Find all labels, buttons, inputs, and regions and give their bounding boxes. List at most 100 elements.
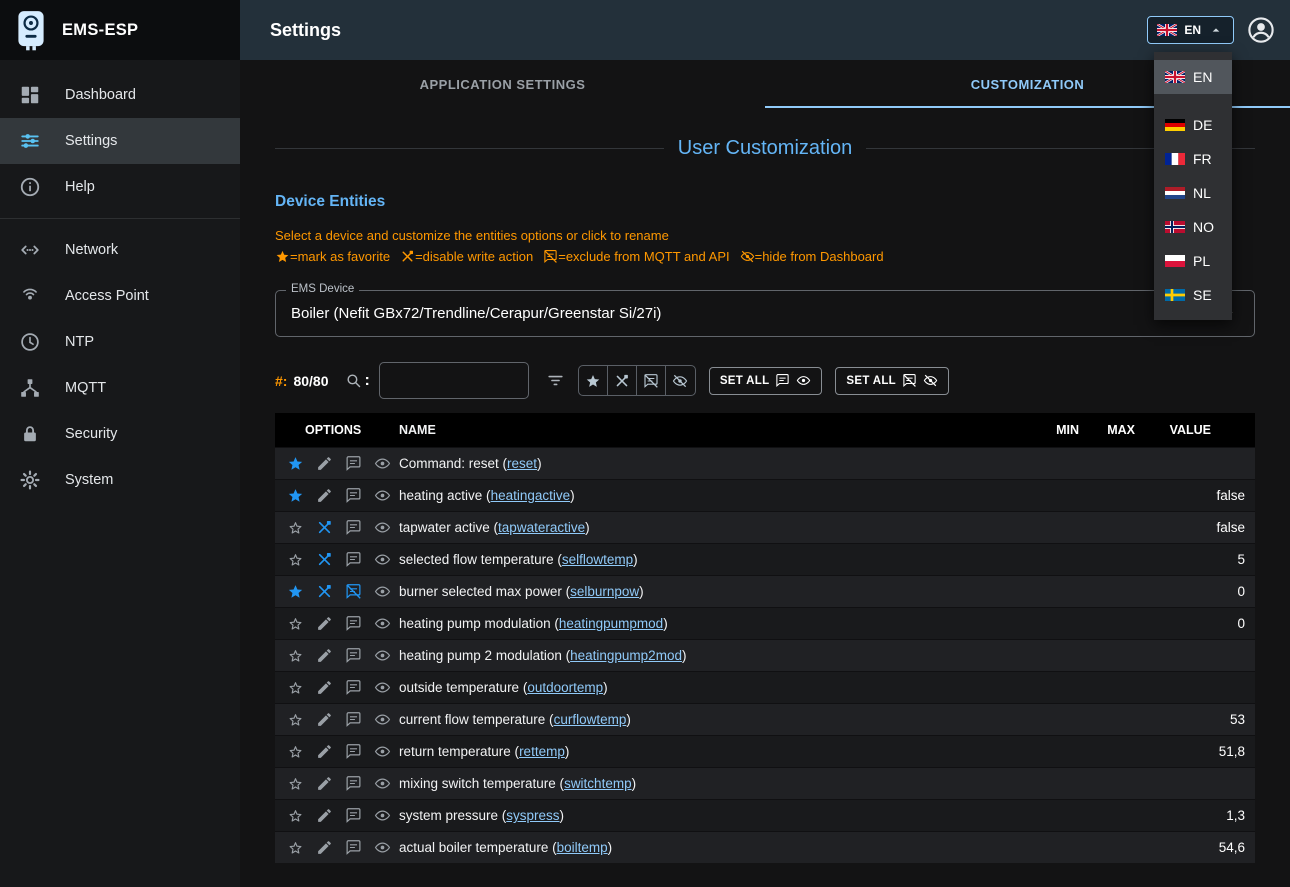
language-selector-button[interactable]: EN [1147, 16, 1234, 44]
entity-tag-link[interactable]: switchtemp [564, 776, 632, 791]
filter-mqtt-toggle[interactable] [637, 366, 666, 395]
language-option-pl[interactable]: PL [1154, 244, 1232, 278]
search-input[interactable] [379, 362, 529, 399]
table-row[interactable]: heating pump modulation (heatingpumpmod)… [275, 607, 1255, 639]
visibility-icon[interactable] [368, 807, 397, 824]
favorite-icon[interactable] [281, 775, 310, 792]
sidebar-item-dashboard[interactable]: Dashboard [0, 72, 240, 118]
table-row[interactable]: current flow temperature (curflowtemp)53 [275, 703, 1255, 735]
mqtt-exclude-icon[interactable] [339, 615, 368, 632]
entity-tag-link[interactable]: heatingpump2mod [570, 648, 682, 663]
visibility-icon[interactable] [368, 455, 397, 472]
favorite-icon[interactable] [281, 839, 310, 856]
filter-visibility-toggle[interactable] [666, 366, 695, 395]
sidebar-item-network[interactable]: Network [0, 227, 240, 273]
favorite-icon[interactable] [281, 807, 310, 824]
language-option-en[interactable]: EN [1154, 60, 1232, 94]
visibility-icon[interactable] [368, 487, 397, 504]
write-action-icon[interactable] [310, 647, 339, 664]
entity-tag-link[interactable]: boiltemp [557, 840, 608, 855]
write-action-icon[interactable] [310, 743, 339, 760]
write-action-icon[interactable] [310, 519, 339, 536]
visibility-icon[interactable] [368, 615, 397, 632]
favorite-icon[interactable] [281, 711, 310, 728]
table-row[interactable]: outside temperature (outdoortemp) [275, 671, 1255, 703]
mqtt-exclude-icon[interactable] [339, 487, 368, 504]
table-row[interactable]: heating active (heatingactive)false [275, 479, 1255, 511]
sidebar-item-security[interactable]: Security [0, 411, 240, 457]
language-option-fr[interactable]: FR [1154, 142, 1232, 176]
mqtt-exclude-icon[interactable] [339, 551, 368, 568]
filter-write-toggle[interactable] [608, 366, 637, 395]
favorite-icon[interactable] [281, 583, 310, 600]
mqtt-exclude-icon[interactable] [339, 839, 368, 856]
sidebar-item-help[interactable]: Help [0, 164, 240, 210]
entity-tag-link[interactable]: tapwateractive [498, 520, 585, 535]
write-action-icon[interactable] [310, 679, 339, 696]
write-action-icon[interactable] [310, 551, 339, 568]
mqtt-exclude-icon[interactable] [339, 455, 368, 472]
filter-favorite-toggle[interactable] [579, 366, 608, 395]
language-option-se[interactable]: SE [1154, 278, 1232, 312]
account-icon[interactable] [1246, 15, 1276, 45]
visibility-icon[interactable] [368, 711, 397, 728]
mqtt-exclude-icon[interactable] [339, 743, 368, 760]
entity-tag-link[interactable]: rettemp [519, 744, 565, 759]
mqtt-exclude-icon[interactable] [339, 519, 368, 536]
favorite-icon[interactable] [281, 519, 310, 536]
write-action-icon[interactable] [310, 807, 339, 824]
write-action-icon[interactable] [310, 775, 339, 792]
set-all-hidden-button[interactable]: SET ALL [835, 367, 949, 395]
language-option-de[interactable]: DE [1154, 108, 1232, 142]
set-all-visible-button[interactable]: SET ALL [709, 367, 823, 395]
entity-tag-link[interactable]: selburnpow [570, 584, 639, 599]
favorite-icon[interactable] [281, 487, 310, 504]
favorite-icon[interactable] [281, 455, 310, 472]
favorite-icon[interactable] [281, 551, 310, 568]
write-action-icon[interactable] [310, 583, 339, 600]
entity-tag-link[interactable]: selflowtemp [562, 552, 633, 567]
language-option-no[interactable]: NO [1154, 210, 1232, 244]
visibility-icon[interactable] [368, 839, 397, 856]
visibility-icon[interactable] [368, 679, 397, 696]
entity-tag-link[interactable]: outdoortemp [527, 680, 603, 695]
table-row[interactable]: actual boiler temperature (boiltemp)54,6 [275, 831, 1255, 863]
mqtt-exclude-icon[interactable] [339, 647, 368, 664]
tab-application-settings[interactable]: APPLICATION SETTINGS [240, 60, 765, 108]
sidebar-item-access-point[interactable]: Access Point [0, 273, 240, 319]
table-row[interactable]: burner selected max power (selburnpow)0 [275, 575, 1255, 607]
mqtt-exclude-icon[interactable] [339, 775, 368, 792]
sidebar-item-settings[interactable]: Settings [0, 118, 240, 164]
entity-tag-link[interactable]: reset [507, 456, 537, 471]
visibility-icon[interactable] [368, 775, 397, 792]
write-action-icon[interactable] [310, 839, 339, 856]
write-action-icon[interactable] [310, 711, 339, 728]
favorite-icon[interactable] [281, 743, 310, 760]
table-row[interactable]: Command: reset (reset) [275, 447, 1255, 479]
entity-tag-link[interactable]: heatingactive [491, 488, 571, 503]
table-row[interactable]: mixing switch temperature (switchtemp) [275, 767, 1255, 799]
table-row[interactable]: heating pump 2 modulation (heatingpump2m… [275, 639, 1255, 671]
write-action-icon[interactable] [310, 487, 339, 504]
mqtt-exclude-icon[interactable] [339, 583, 368, 600]
mqtt-exclude-icon[interactable] [339, 711, 368, 728]
ems-device-select[interactable]: EMS Device Boiler (Nefit GBx72/Trendline… [275, 290, 1255, 337]
write-action-icon[interactable] [310, 455, 339, 472]
mqtt-exclude-icon[interactable] [339, 679, 368, 696]
write-action-icon[interactable] [310, 615, 339, 632]
filter-icon[interactable] [546, 371, 565, 390]
visibility-icon[interactable] [368, 743, 397, 760]
visibility-icon[interactable] [368, 551, 397, 568]
table-row[interactable]: selected flow temperature (selflowtemp)5 [275, 543, 1255, 575]
language-option-nl[interactable]: NL [1154, 176, 1232, 210]
entity-tag-link[interactable]: heatingpumpmod [559, 616, 663, 631]
sidebar-item-system[interactable]: System [0, 457, 240, 503]
visibility-icon[interactable] [368, 583, 397, 600]
visibility-icon[interactable] [368, 519, 397, 536]
sidebar-item-ntp[interactable]: NTP [0, 319, 240, 365]
favorite-icon[interactable] [281, 647, 310, 664]
table-row[interactable]: return temperature (rettemp)51,8 [275, 735, 1255, 767]
sidebar-item-mqtt[interactable]: MQTT [0, 365, 240, 411]
table-row[interactable]: tapwater active (tapwateractive)false [275, 511, 1255, 543]
entity-tag-link[interactable]: syspress [506, 808, 559, 823]
